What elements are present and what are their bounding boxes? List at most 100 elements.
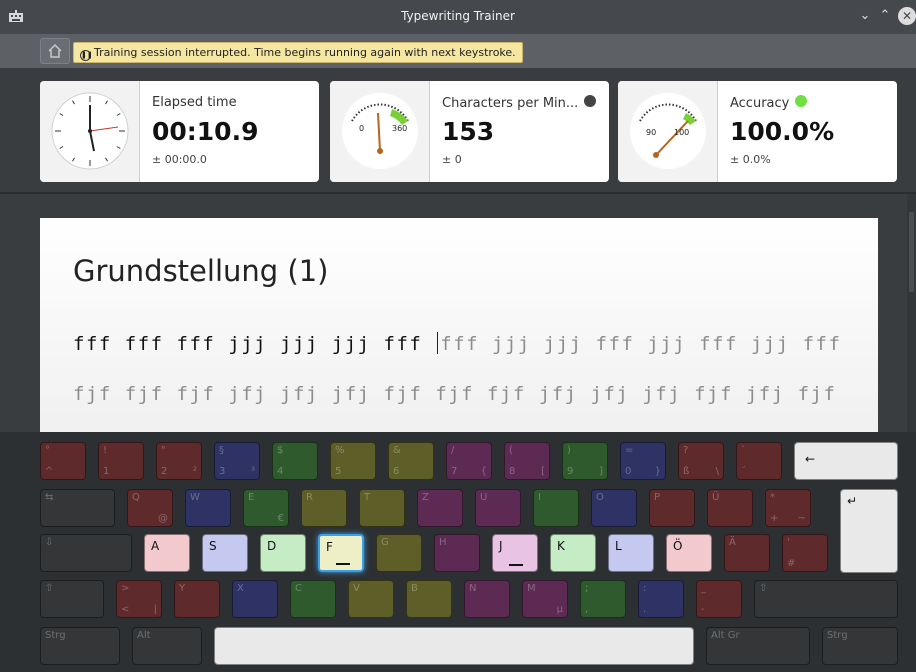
- key-Q[interactable]: Q @: [127, 489, 173, 527]
- key-label: _: [701, 583, 706, 594]
- key-label: L: [615, 539, 622, 553]
- key-9[interactable]: ) 9]: [562, 442, 608, 480]
- backspace-key[interactable]: ←: [794, 442, 898, 480]
- key-'[interactable]: ' #: [782, 534, 828, 572]
- key-label: ": [161, 445, 166, 456]
- accuracy-gauge-high: 100: [674, 128, 689, 137]
- key-H[interactable]: H: [434, 534, 480, 572]
- key-_[interactable]: _ -: [696, 580, 742, 618]
- accuracy-label: Accuracy: [730, 95, 808, 111]
- key-sublabel: #: [787, 558, 796, 569]
- key-E[interactable]: E €: [243, 489, 289, 527]
- key->[interactable]: > < |: [116, 580, 162, 618]
- key-F[interactable]: F: [318, 534, 364, 572]
- tab-key[interactable]: ⇆: [40, 489, 115, 527]
- key-6[interactable]: & 6: [388, 442, 434, 480]
- key-label: R: [306, 492, 313, 503]
- minimize-button[interactable]: ⌄: [856, 7, 874, 25]
- key-5[interactable]: % 5: [330, 442, 376, 480]
- key-C[interactable]: C: [290, 580, 336, 618]
- altgr-key[interactable]: Alt Gr: [706, 627, 810, 665]
- key-8[interactable]: (8 [: [504, 442, 550, 480]
- key-L[interactable]: L: [608, 534, 654, 572]
- cpm-gauge: 0 360: [330, 81, 430, 182]
- home-key-marker: [336, 563, 350, 565]
- key-J[interactable]: J: [492, 534, 538, 572]
- key-label: E: [248, 492, 255, 503]
- key-S[interactable]: S: [202, 534, 248, 572]
- key-R[interactable]: R: [301, 489, 347, 527]
- right-ctrl-key[interactable]: Strg: [822, 627, 898, 665]
- key-U[interactable]: U: [475, 489, 521, 527]
- capslock-key[interactable]: ⇩: [40, 534, 132, 572]
- statistics-panel: Elapsed time 00:10.9 ± 00:00.0 0 360 Cha…: [0, 68, 916, 192]
- key-label: G: [381, 537, 389, 548]
- key-label: H: [439, 537, 447, 548]
- left-ctrl-key[interactable]: Strg: [40, 627, 120, 665]
- vertical-scrollbar[interactable]: [907, 194, 916, 434]
- key-W[interactable]: W: [185, 489, 231, 527]
- key-T[interactable]: T: [359, 489, 405, 527]
- cpm-status-dot: [584, 95, 597, 107]
- key-sublabel: -: [701, 604, 705, 615]
- key-sublabel: 3: [219, 466, 226, 477]
- key-label: Ö: [673, 539, 683, 553]
- key-label: U: [480, 492, 488, 503]
- key-P[interactable]: P: [649, 489, 695, 527]
- key-sublabel: .: [643, 604, 647, 615]
- lesson-page[interactable]: Grundstellung (1) fff fff fff jjj jjj jj…: [40, 218, 878, 434]
- key-label: =: [625, 445, 634, 456]
- key-label: K: [557, 539, 565, 553]
- title-bar: Typewriting Trainer ⌄ ⌃ ✕: [0, 0, 916, 34]
- left-shift-key[interactable]: ⇧: [40, 580, 104, 618]
- enter-key[interactable]: ↵: [840, 489, 898, 573]
- key-D[interactable]: D: [260, 534, 306, 572]
- key-label: ;: [585, 583, 589, 594]
- key-I[interactable]: I: [533, 489, 579, 527]
- key-M[interactable]: Mµ: [522, 580, 568, 618]
- key-label: /: [451, 445, 455, 456]
- key-2[interactable]: " 2 ²: [156, 442, 202, 480]
- key-Ä[interactable]: Ä: [724, 534, 770, 572]
- key-Z[interactable]: Z: [417, 489, 463, 527]
- key-V[interactable]: V: [348, 580, 394, 618]
- key-O[interactable]: O: [591, 489, 637, 527]
- key-N[interactable]: N: [464, 580, 510, 618]
- key-K[interactable]: K: [550, 534, 596, 572]
- key-G[interactable]: G: [376, 534, 422, 572]
- key-1[interactable]: ! 1: [98, 442, 144, 480]
- key-0[interactable]: = 0}: [620, 442, 666, 480]
- key-3[interactable]: § 3 ³: [214, 442, 260, 480]
- key-B[interactable]: B: [406, 580, 452, 618]
- right-shift-key[interactable]: ⇧: [754, 580, 898, 618]
- scrollbar-thumb[interactable]: [909, 212, 914, 292]
- key-:[interactable]: :.: [638, 580, 684, 618]
- pending-text: fff jjj jjj fff jjj fff jjj fff: [440, 333, 842, 355]
- maximize-button[interactable]: ⌃: [876, 7, 894, 25]
- home-button[interactable]: [40, 38, 70, 64]
- close-button[interactable]: ✕: [898, 7, 916, 25]
- key-label: $: [277, 445, 284, 456]
- elapsed-time-label: Elapsed time: [152, 95, 237, 110]
- key-label: O: [596, 492, 604, 503]
- key-´[interactable]: ` ´: [736, 442, 782, 480]
- key-ß[interactable]: ? ß \: [678, 442, 724, 480]
- key-4[interactable]: $4: [272, 442, 318, 480]
- key-sublabel: ´: [741, 466, 746, 477]
- lesson-title: Grundstellung (1): [73, 254, 329, 288]
- key-^[interactable]: ° ^: [40, 442, 86, 480]
- key-A[interactable]: A: [144, 534, 190, 572]
- key-7[interactable]: / 7 {: [446, 442, 492, 480]
- key-Y[interactable]: Y: [174, 580, 220, 618]
- cpm-deviation: ± 0: [442, 153, 462, 166]
- key-sublabel: 1: [103, 466, 110, 477]
- key-label: Ä: [729, 537, 736, 548]
- alt-key[interactable]: Alt: [132, 627, 202, 665]
- key-;[interactable]: ;,: [580, 580, 626, 618]
- key-Ö[interactable]: Ö: [666, 534, 712, 572]
- key-X[interactable]: X: [232, 580, 278, 618]
- key-*[interactable]: * + ~: [765, 489, 811, 527]
- space-key[interactable]: [214, 627, 694, 665]
- key-Ü[interactable]: Ü: [707, 489, 753, 527]
- key-label: A: [151, 539, 160, 553]
